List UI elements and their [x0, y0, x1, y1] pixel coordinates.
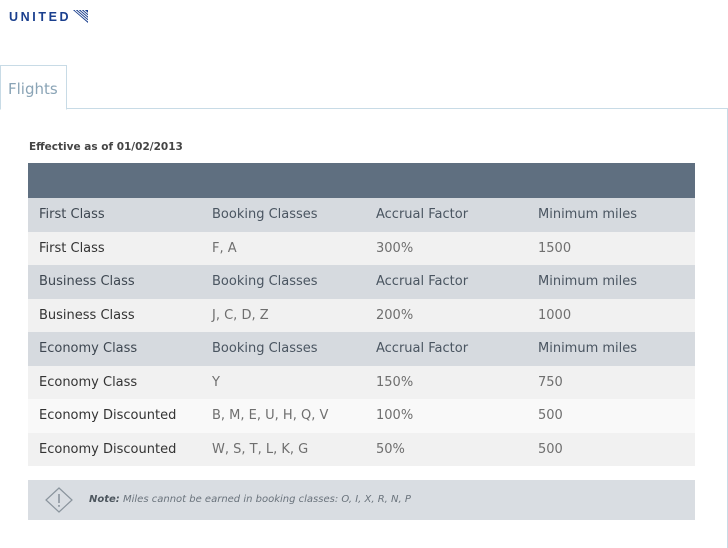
booking-classes-cell: Booking Classes [212, 274, 318, 290]
table-section-header: Business Class Booking Classes Accrual Fac… [28, 265, 695, 299]
cabin-cell: Business Class [39, 307, 135, 323]
booking-classes-cell: Booking Classes [212, 207, 318, 223]
accrual-factor-cell: Accrual Factor [376, 207, 469, 223]
table-row: Economy Class Y 150% 750 [28, 365, 695, 399]
booking-classes-cell: B, M, E, U, H, Q, V [212, 408, 329, 424]
accrual-factor-cell: 200% [376, 307, 414, 323]
minimum-miles-cell: Minimum miles [538, 207, 638, 223]
minimum-miles-cell: 750 [538, 374, 563, 390]
accrual-table: First Class Booking Classes Accrual Factor… [28, 163, 695, 466]
note-text: Note: Miles cannot be earned in booking … [89, 494, 411, 505]
table-head-bar [28, 163, 695, 198]
accrual-factor-cell: 300% [376, 240, 414, 256]
united-logo[interactable]: UNITED [9, 9, 90, 24]
cabin-cell: First Class [39, 207, 105, 223]
minimum-miles-cell: 500 [538, 441, 563, 457]
cabin-cell: First Class [39, 240, 105, 256]
booking-classes-cell: F, A [212, 240, 237, 256]
table-body: First Class Booking Classes Accrual Factor… [28, 198, 695, 466]
accrual-factor-cell: 150% [376, 374, 414, 390]
note-message: Miles cannot be earned in booking classe… [123, 494, 411, 505]
accrual-factor-cell: 50% [376, 441, 405, 457]
booking-classes-cell: Y [212, 374, 220, 390]
minimum-miles-cell: 1500 [538, 240, 572, 256]
note-label: Note: [89, 494, 120, 505]
globe-logo-icon [72, 9, 90, 24]
effective-date: Effective as of 01/02/2013 [29, 141, 183, 153]
tab-flights-label: Flights [8, 80, 58, 98]
cabin-cell: Business Class [39, 274, 135, 290]
booking-classes-cell: J, C, D, Z [212, 307, 269, 323]
accrual-factor-cell: Accrual Factor [376, 341, 469, 357]
booking-classes-cell: W, S, T, L, K, G [212, 441, 309, 457]
minimum-miles-cell: Minimum miles [538, 341, 638, 357]
cabin-cell: Economy Discounted [39, 408, 177, 424]
accrual-factor-cell: 100% [376, 408, 414, 424]
booking-classes-cell: Booking Classes [212, 341, 318, 357]
table-section-header: First Class Booking Classes Accrual Factor… [28, 198, 695, 232]
cabin-cell: Economy Discounted [39, 441, 177, 457]
table-row: Economy Discounted B, M, E, U, H, Q, V 100… [28, 399, 695, 433]
minimum-miles-cell: 500 [538, 408, 563, 424]
note-box: Note: Miles cannot be earned in booking … [28, 480, 695, 520]
table-row: Business Class J, C, D, Z 200% 1000 [28, 298, 695, 332]
minimum-miles-cell: 1000 [538, 307, 572, 323]
cabin-cell: Economy Class [39, 341, 138, 357]
logo-wordmark: UNITED [9, 9, 72, 24]
warning-diamond-icon [45, 487, 73, 513]
minimum-miles-cell: Minimum miles [538, 274, 638, 290]
table-section-header: Economy Class Booking Classes Accrual Fact… [28, 332, 695, 366]
accrual-factor-cell: Accrual Factor [376, 274, 469, 290]
table-row: First Class F, A 300% 1500 [28, 231, 695, 265]
table-row: Economy Discounted W, S, T, L, K, G 50% 500 [28, 432, 695, 466]
cabin-cell: Economy Class [39, 374, 138, 390]
